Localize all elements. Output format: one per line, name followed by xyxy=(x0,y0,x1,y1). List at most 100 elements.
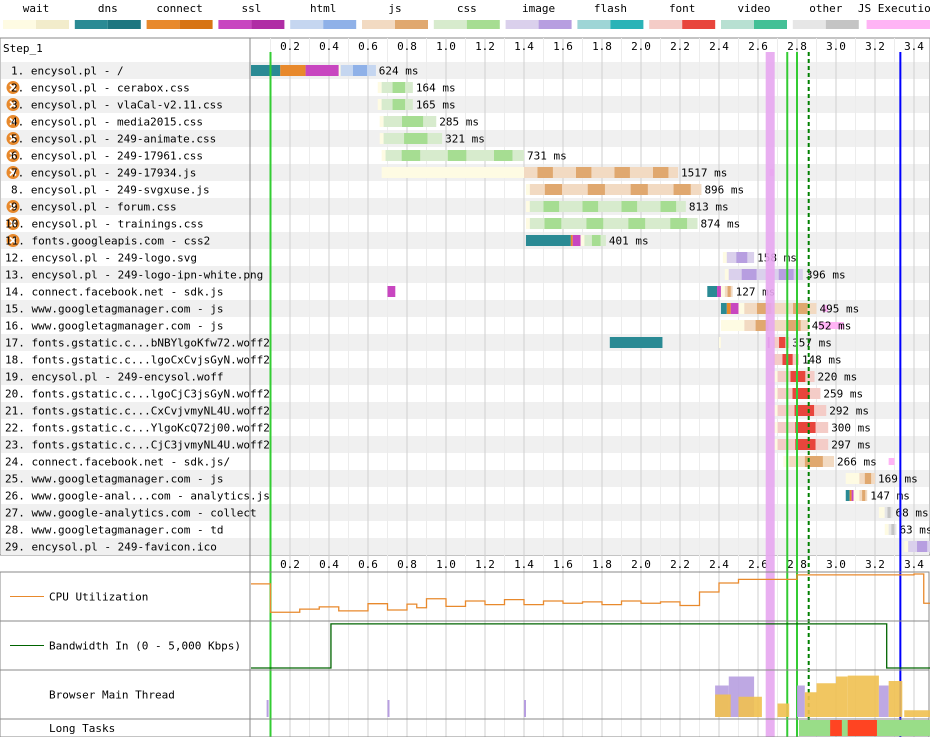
request-label: 2. encysol.pl - cerabox.css xyxy=(11,82,190,95)
x-tick-bottom: 3.2 xyxy=(865,558,885,571)
main-thread-activity xyxy=(847,675,879,717)
bar-chunk-css xyxy=(544,218,562,229)
bar-ssl xyxy=(305,65,339,76)
request-label: 12. encysol.pl - 249-logo.svg xyxy=(5,252,197,265)
bar-ssl xyxy=(572,235,581,246)
bar-chunk-css xyxy=(392,99,406,110)
request-duration: 731 ms xyxy=(527,150,567,163)
legend-swatch-dark-1 xyxy=(107,20,141,29)
x-tick-bottom: 2.2 xyxy=(670,558,690,571)
bar-chunk-js xyxy=(793,303,808,314)
bar-chunk-html xyxy=(352,65,368,76)
bar-dns xyxy=(720,303,727,314)
x-tick-top: 1.8 xyxy=(592,40,612,53)
legend-swatch-light-1 xyxy=(74,20,108,29)
request-label: 16. www.googletagmanager.com - js xyxy=(5,320,224,333)
bar-chunk-image xyxy=(917,541,928,552)
bar-wait xyxy=(845,473,860,484)
bar-connect xyxy=(849,490,852,501)
request-duration: 158 ms xyxy=(757,252,797,265)
request-label: 10. encysol.pl - trainings.css xyxy=(5,218,204,231)
request-duration: 357 ms xyxy=(792,337,832,350)
request-label: 28. www.googletagmanager.com - td xyxy=(5,524,224,537)
bar-chunk-js xyxy=(727,286,731,297)
request-duration: 285 ms xyxy=(439,116,479,129)
bar-chunk-font xyxy=(779,337,786,348)
x-tick-top: 0.2 xyxy=(280,40,300,53)
legend-swatch-light-11 xyxy=(792,20,826,29)
bar-chunk-css xyxy=(392,82,406,93)
main-thread-activity xyxy=(816,683,836,717)
request-duration: 624 ms xyxy=(379,65,419,78)
request-duration: 813 ms xyxy=(689,201,729,214)
graph-line-cpu xyxy=(251,573,930,613)
request-label: 19. encysol.pl - 249-encysol.woff xyxy=(5,371,224,384)
legend-swatch-dark-10 xyxy=(754,20,787,29)
legend-label-3: ssl xyxy=(241,2,261,15)
graph-label-long_tasks: Long Tasks xyxy=(49,722,115,735)
request-duration: 396 ms xyxy=(806,269,846,282)
main-thread-activity xyxy=(797,685,805,717)
request-label: 1. encysol.pl - / xyxy=(11,65,124,78)
request-label: 22. fonts.gstatic.c...YlgoKcQ72j00.woff2 xyxy=(5,422,270,435)
bar-chunk-css xyxy=(402,116,424,127)
bar-chunk-js xyxy=(537,167,553,178)
bar-chunk-js xyxy=(630,184,648,195)
legend-swatch-dark-0 xyxy=(36,20,69,29)
request-label: 23. fonts.gstatic.c...CjC3jvmyNL4U.woff2 xyxy=(5,439,270,452)
graph-label-main_thread: Browser Main Thread xyxy=(49,689,175,702)
request-duration: 297 ms xyxy=(831,439,871,452)
legend-swatch-dark-8 xyxy=(610,20,644,29)
x-tick-top: 2.2 xyxy=(670,40,690,53)
request-label: 27. www.google-analytics.com - collect xyxy=(5,507,257,520)
long-task xyxy=(847,720,877,736)
request-duration: 165 ms xyxy=(416,99,456,112)
request-label: 8. encysol.pl - 249-svgxuse.js xyxy=(11,184,210,197)
bar-chunk-js xyxy=(587,184,605,195)
request-duration: 896 ms xyxy=(704,184,744,197)
x-tick-top: 0.6 xyxy=(358,40,378,53)
request-label: 14. connect.facebook.net - sdk.js xyxy=(5,286,224,299)
main-thread-spike xyxy=(387,700,390,717)
x-tick-bottom: 0.2 xyxy=(280,558,300,571)
legend-swatch-dark-3 xyxy=(251,20,285,29)
bar-wait xyxy=(379,133,384,144)
legend-swatch-12 xyxy=(866,20,930,29)
main-thread-activity xyxy=(888,681,903,717)
bar-chunk-image xyxy=(741,269,757,280)
bar-wait xyxy=(724,269,729,280)
legend-swatch-dark-5 xyxy=(395,20,428,29)
request-label: 9. encysol.pl - forum.css xyxy=(11,201,177,214)
main-thread-spike xyxy=(524,700,526,717)
bar-chunk-css xyxy=(670,218,688,229)
request-label: 20. fonts.gstatic.c...lgoCjC3jsGyN.woff2 xyxy=(5,388,270,401)
legend-label-8: flash xyxy=(594,2,627,15)
main-thread-activity xyxy=(836,676,848,717)
bar-chunk-js xyxy=(864,473,872,484)
graph-label-bandwidth: Bandwidth In (0 - 5,000 Kbps) xyxy=(49,640,241,653)
bar-wait xyxy=(884,524,889,535)
request-label: 13. encysol.pl - 249-logo-ipn-white.png xyxy=(5,269,263,282)
request-duration: 266 ms xyxy=(837,456,877,469)
request-label: 7. encysol.pl - 249-17934.js xyxy=(11,167,196,180)
bar-dns xyxy=(707,286,718,297)
request-duration: 401 ms xyxy=(609,235,649,248)
request-label: 26. www.google-anal...com - analytics.js xyxy=(5,490,270,503)
legend-label-10: video xyxy=(737,2,770,15)
bar-chunk-other xyxy=(887,507,891,518)
bar-chunk-js xyxy=(653,167,669,178)
bar-chunk-js xyxy=(787,320,801,331)
main-thread-activity xyxy=(804,692,817,717)
bar-chunk-css xyxy=(586,218,604,229)
bar-dns xyxy=(525,235,571,246)
request-duration: 321 ms xyxy=(445,133,485,146)
x-tick-bottom: 1.2 xyxy=(475,558,495,571)
x-tick-top: 0.4 xyxy=(319,40,339,53)
x-tick-top: 0.8 xyxy=(397,40,417,53)
bar-ssl xyxy=(730,303,739,314)
bar-chunk-font xyxy=(795,422,816,433)
long-task xyxy=(830,720,842,736)
request-label: 5. encysol.pl - 249-animate.css xyxy=(11,133,216,146)
bar-chunk-css xyxy=(404,133,428,144)
legend-swatch-dark-2 xyxy=(179,20,213,29)
